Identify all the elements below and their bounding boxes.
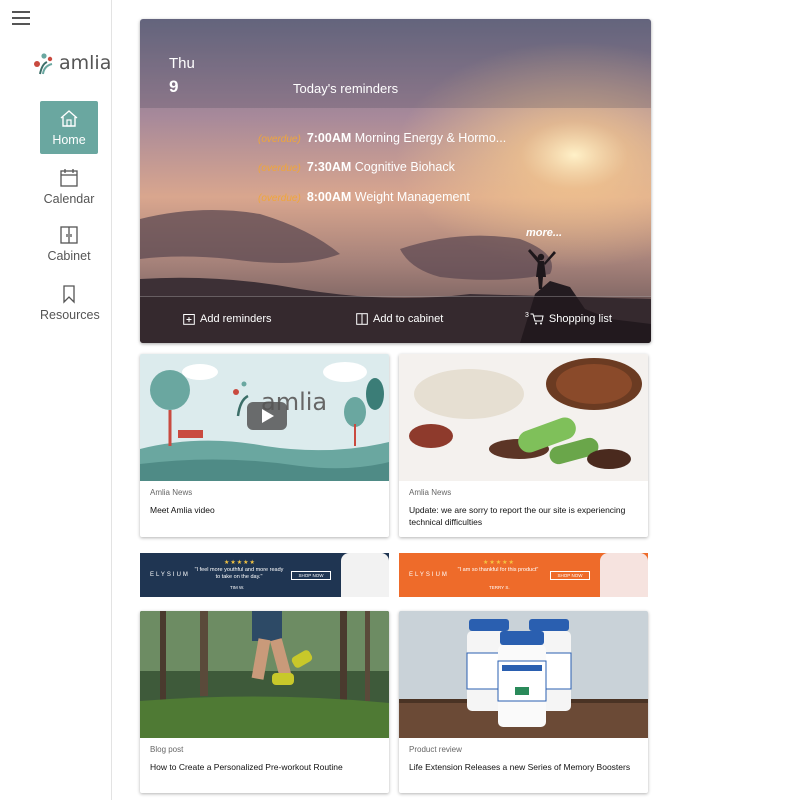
add-to-cabinet-label: Add to cabinet [373,313,444,325]
reminder-item[interactable]: (overdue) 7:00AM Morning Energy & Hormo..… [258,131,506,145]
news-card[interactable]: amlia Amlia News Meet Amlia video [140,354,389,537]
card-category: Amlia News [409,488,452,497]
nav-cabinet[interactable]: Cabinet [40,225,98,263]
ad-quote: "I feel more youthful and more ready to … [194,567,284,580]
shopping-list-label: Shopping list [548,313,612,325]
reminder-name: Weight Management [354,190,470,204]
cabinet-icon [60,226,78,244]
cart-icon [530,313,544,325]
ad-author: TERRY S. [489,585,510,590]
nav-calendar[interactable]: Calendar [40,168,98,206]
nav-home[interactable]: Home [40,101,98,154]
ad-author: TIM W. [230,585,245,590]
card-title: Update: we are sorry to report the our s… [409,505,626,527]
life-extension-bottles-photo [399,611,648,738]
reminder-name: Cognitive Biohack [354,160,455,174]
reminder-time: 8:00AM [306,190,352,204]
nav-resources-label: Resources [40,308,100,322]
runner-forest-photo [140,611,389,738]
home-icon [60,110,78,127]
reminder-item[interactable]: (overdue) 7:30AM Cognitive Biohack [258,160,455,174]
reminder-time: 7:00AM [306,131,352,145]
ad-brand: ELYSIUM [150,572,190,578]
add-reminders-button[interactable]: Add reminders [183,313,272,325]
ad-brand: ELYSIUM [409,572,449,578]
card-category: Amlia News [150,488,193,497]
calendar-icon [60,169,78,187]
reminders-hero: Thu 9 Today's reminders (overdue) 7:00AM … [140,19,651,343]
ad-shop-button[interactable]: SHOP NOW [550,571,590,580]
card-title: Life Extension Releases a new Series of … [409,762,631,772]
product-bottle-image [600,553,648,597]
card-category: Blog post [150,745,184,754]
hero-day: Thu [169,55,195,72]
nav-home-label: Home [52,133,86,147]
reminder-time: 7:30AM [306,160,352,174]
sidebar: amlia Home Calendar Cabinet Resources [0,0,112,800]
card-image [399,611,648,738]
more-reminders-link[interactable]: more... [526,227,562,239]
amlia-logo-icon [34,53,53,75]
hero-date: 9 [169,77,179,96]
ad-stars: ★★★★★ [224,560,256,566]
cabinet-icon [356,313,368,325]
news-card[interactable]: Blog post How to Create a Personalized P… [140,611,389,793]
nav-cabinet-label: Cabinet [47,249,91,263]
logo: amlia [32,50,111,76]
add-to-cabinet-button[interactable]: Add to cabinet [356,313,443,325]
hero-actions: Add reminders Add to cabinet 3 Shopping … [140,296,651,343]
bookmark-icon [63,285,75,304]
reminders-title: Today's reminders [293,81,399,96]
cart-count-badge: 3 [525,311,529,319]
supplements-photo [399,354,648,481]
nav-resources[interactable]: Resources [40,284,100,322]
card-title: How to Create a Personalized Pre-workout… [150,762,343,772]
amlia-video-thumbnail: amlia [140,354,389,481]
logo-text: amlia [59,52,112,74]
ad-quote: "I am so thankful for this product" [457,567,539,573]
shopping-list-button[interactable]: 3 Shopping list [525,311,612,326]
card-image [399,354,648,481]
add-reminder-icon [183,314,195,325]
overdue-label: (overdue) [258,134,301,145]
nav-calendar-label: Calendar [43,192,95,206]
ad-stars: ★★★★★ [483,560,515,566]
menu-icon[interactable] [12,11,30,25]
ad-shop-button[interactable]: SHOP NOW [291,571,331,580]
elysium-ad-banner[interactable]: ELYSIUM ★★★★★ "I feel more youthful and … [140,553,389,597]
card-category: Product review [409,745,462,754]
overdue-label: (overdue) [258,193,301,204]
news-card[interactable]: Amlia News Update: we are sorry to repor… [399,354,648,537]
overdue-label: (overdue) [258,163,301,174]
reminder-name: Morning Energy & Hormo... [354,131,507,145]
elysium-ad-banner[interactable]: ELYSIUM ★★★★★ "I am so thankful for this… [399,553,648,597]
card-title: Meet Amlia video [150,505,215,515]
card-image [140,611,389,738]
reminder-item[interactable]: (overdue) 8:00AM Weight Management [258,190,470,204]
add-reminders-label: Add reminders [200,313,272,325]
news-card[interactable]: Product review Life Extension Releases a… [399,611,648,793]
product-bottle-image [341,553,389,597]
card-image: amlia [140,354,389,481]
